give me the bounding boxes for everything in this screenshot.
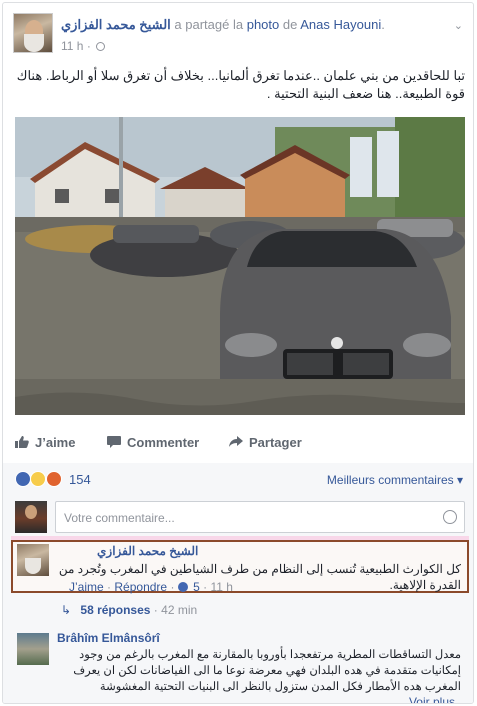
current-user-avatar: [15, 501, 47, 533]
replies-count: 58 réponses: [80, 603, 151, 617]
comment-1-reply[interactable]: Répondre: [114, 580, 167, 594]
of-text: de: [282, 17, 298, 32]
comment-button[interactable]: Commenter: [107, 435, 199, 450]
emoji-icon[interactable]: [443, 510, 457, 524]
reactions-summary[interactable]: 154: [15, 471, 91, 491]
comment-1-author[interactable]: الشيخ محمد الفزازي: [97, 544, 198, 558]
thumbs-up-icon: [15, 436, 29, 448]
like-reaction-icon: [15, 471, 31, 487]
sort-comments-dropdown[interactable]: Meilleurs commentaires ▾: [327, 473, 463, 487]
like-button[interactable]: J’aime: [15, 435, 75, 450]
post-text: تبا للحاقدين من بني علمان ..عندما تغرق أ…: [16, 68, 465, 101]
chevron-down-icon[interactable]: ⌄: [454, 19, 463, 32]
share-button[interactable]: Partager: [229, 435, 302, 450]
haha-reaction-icon: [30, 471, 47, 487]
like-bubble-icon: [177, 582, 188, 592]
post-time[interactable]: 11 h: [61, 39, 83, 53]
shared-text: a partagé la: [174, 17, 244, 32]
post-header: الشيخ محمد الفزازي a partagé la photo de…: [13, 13, 463, 59]
view-replies[interactable]: ↳ 58 réponses · 42 min: [61, 603, 197, 617]
comment-input[interactable]: Votre commentaire...: [55, 501, 465, 533]
comment-1-time[interactable]: 11 h: [211, 580, 233, 594]
angry-reaction-icon: [45, 471, 62, 487]
comment-1-meta: J’aime · Répondre · 5 · 11 h: [69, 580, 233, 594]
caret-down-icon: ▾: [456, 473, 463, 487]
share-icon: [229, 436, 243, 448]
flood-photo[interactable]: [15, 117, 465, 415]
post-actions: J’aime Commenter Partager: [3, 431, 473, 459]
photo-link[interactable]: photo: [247, 17, 280, 32]
comment-2: Brâhîm Elmânsôrî معدل التساقطات المطرية …: [17, 631, 467, 703]
author-avatar[interactable]: [13, 13, 53, 53]
reactions-count: 154: [69, 471, 91, 487]
post-meta: 11 h ·: [61, 39, 106, 53]
comment-1-likes[interactable]: 5: [193, 580, 200, 594]
comment-icon: [107, 436, 121, 448]
author-name[interactable]: الشيخ محمد الفزازي: [61, 17, 171, 32]
comment-composer: Votre commentaire...: [15, 501, 465, 535]
comment-1-like[interactable]: J’aime: [69, 580, 104, 594]
photo-svg: [15, 117, 465, 415]
original-author-link[interactable]: Anas Hayouni: [300, 17, 381, 32]
comment-1-avatar[interactable]: [17, 544, 49, 576]
post-card: الشيخ محمد الفزازي a partagé la photo de…: [2, 2, 474, 704]
globe-icon: [96, 42, 106, 51]
replies-time: 42 min: [161, 603, 198, 617]
see-more-link[interactable]: Voir plus: [409, 695, 455, 703]
comment-2-text: معدل التساقطات المطرية مرتفعجدا بأوروبا …: [73, 649, 461, 693]
reply-arrow-icon: ↳: [61, 603, 72, 617]
post-headline: الشيخ محمد الفزازي a partagé la photo de…: [61, 17, 385, 32]
comment-2-avatar[interactable]: [17, 633, 49, 665]
comment-2-author[interactable]: Brâhîm Elmânsôrî: [57, 631, 160, 645]
